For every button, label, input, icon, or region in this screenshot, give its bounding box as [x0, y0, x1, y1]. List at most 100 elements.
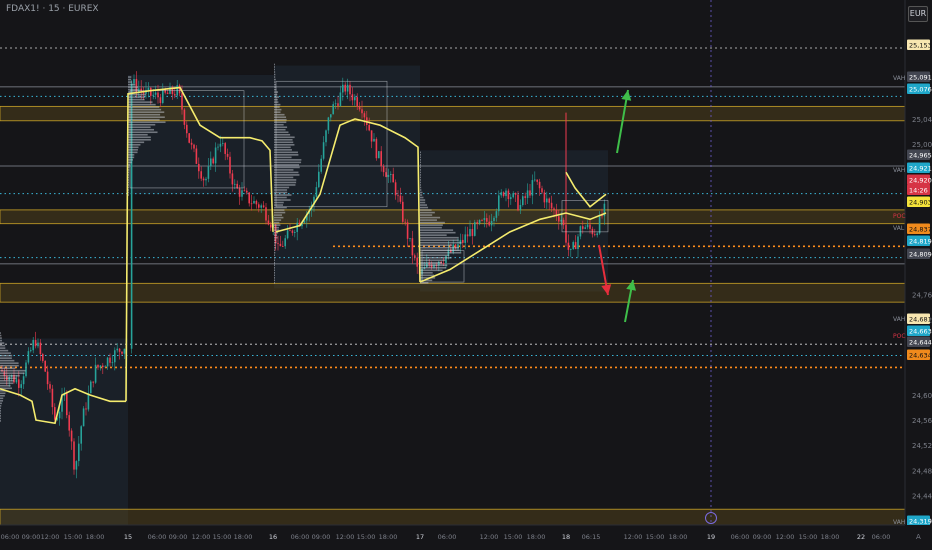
profile-bar	[420, 194, 423, 196]
profile-bar	[274, 277, 275, 279]
profile-bar	[274, 164, 300, 166]
profile-bar	[0, 359, 15, 362]
level-tag: VAH	[893, 75, 905, 82]
profile-bar	[420, 239, 459, 241]
profile-bar	[128, 81, 133, 83]
time-tick-label: 09:00	[169, 533, 188, 541]
candle-body	[553, 208, 555, 211]
candle-body	[493, 217, 495, 222]
candle-body	[572, 242, 574, 249]
symbol-title[interactable]: FDAX1! · 15 · EUREX	[6, 4, 99, 14]
auto-scale-toggle[interactable]: A	[916, 533, 921, 541]
profile-bar	[274, 239, 277, 241]
profile-bar	[274, 184, 296, 186]
profile-bar	[0, 372, 25, 375]
candle-body	[368, 125, 370, 131]
profile-bar	[274, 201, 284, 204]
profile-bar	[274, 78, 276, 81]
profile-bar	[274, 123, 284, 126]
candle-body	[567, 242, 570, 250]
candle-body	[217, 146, 219, 148]
candle-body	[315, 187, 318, 197]
candle	[474, 219, 476, 237]
candle	[130, 80, 133, 354]
profile-bar	[274, 219, 282, 221]
candle-body	[265, 207, 267, 221]
level-tag: VAL	[893, 225, 905, 232]
profile-bar	[0, 349, 9, 352]
candle-body	[596, 233, 598, 236]
profile-bar	[420, 229, 454, 231]
profile-bar	[274, 259, 275, 262]
candle-body	[94, 364, 97, 383]
profile-bar	[274, 254, 275, 257]
currency-button[interactable]: EUR	[908, 6, 928, 22]
profile-bar	[274, 209, 285, 211]
candle-body	[188, 133, 190, 143]
price-label-text: 24,644	[909, 339, 932, 347]
candle-body	[373, 138, 375, 142]
supply-demand-zone-0	[0, 105, 906, 122]
level-tag: VAH	[893, 316, 905, 323]
candle-body	[591, 228, 594, 235]
profile-bar	[128, 131, 158, 134]
profile-bar	[128, 159, 133, 161]
candle-body	[380, 151, 382, 167]
time-tick-label: 18:00	[234, 533, 253, 541]
profile-bar	[420, 199, 426, 201]
time-tick-label: 15	[124, 533, 132, 541]
candle-body	[241, 190, 243, 197]
candle-body	[87, 393, 90, 410]
candle-body	[397, 195, 399, 197]
price-chart[interactable]: 25,04025,00024,76024,72024,60024,56024,5…	[0, 0, 932, 550]
candle	[188, 132, 190, 144]
candle-body	[270, 224, 272, 228]
profile-bar	[274, 204, 284, 206]
time-tick-label: 12:00	[41, 533, 60, 541]
profile-bar	[420, 161, 421, 164]
candle-body	[186, 124, 188, 134]
profile-bar	[128, 146, 139, 149]
candle-body	[594, 234, 596, 236]
candle	[375, 137, 378, 161]
candle-body	[370, 130, 373, 142]
candle-body	[514, 193, 517, 195]
profile-bar	[128, 194, 129, 196]
profile-bar	[420, 189, 422, 191]
price-tick-label: 25,000	[912, 141, 932, 149]
profile-bar	[0, 374, 20, 377]
candle-body	[253, 200, 255, 204]
candle-body	[219, 143, 222, 147]
candle-body	[390, 173, 392, 175]
price-label-5: 24,920	[907, 174, 932, 185]
candle-body	[351, 94, 354, 101]
candle-body	[198, 163, 200, 172]
profile-bar	[274, 246, 276, 249]
profile-bar	[0, 367, 16, 369]
candle-body	[174, 94, 176, 96]
candle-body	[414, 255, 416, 258]
candle-body	[109, 357, 111, 363]
profile-bar	[274, 146, 291, 149]
profile-bar	[274, 136, 295, 139]
profile-bar	[128, 118, 160, 121]
price-tick-label: 24,440	[912, 492, 932, 500]
profile-bar	[420, 159, 421, 161]
profile-bar	[274, 156, 292, 159]
profile-bar	[128, 136, 151, 139]
profile-bar	[274, 282, 275, 284]
candle-body	[507, 190, 510, 200]
profile-bar	[274, 224, 281, 226]
profile-bar	[0, 410, 1, 412]
candle-body	[478, 220, 481, 224]
candle-body	[90, 381, 92, 394]
profile-bar	[420, 184, 421, 186]
candle-body	[222, 143, 224, 144]
profile-bar	[0, 382, 14, 385]
candle-body	[15, 379, 18, 383]
profile-bar	[420, 224, 443, 226]
profile-bar	[0, 417, 1, 420]
chart-area[interactable]: 25,04025,00024,76024,72024,60024,56024,5…	[0, 0, 932, 550]
profile-bar	[420, 266, 447, 269]
level-tag: VAH	[893, 167, 905, 174]
